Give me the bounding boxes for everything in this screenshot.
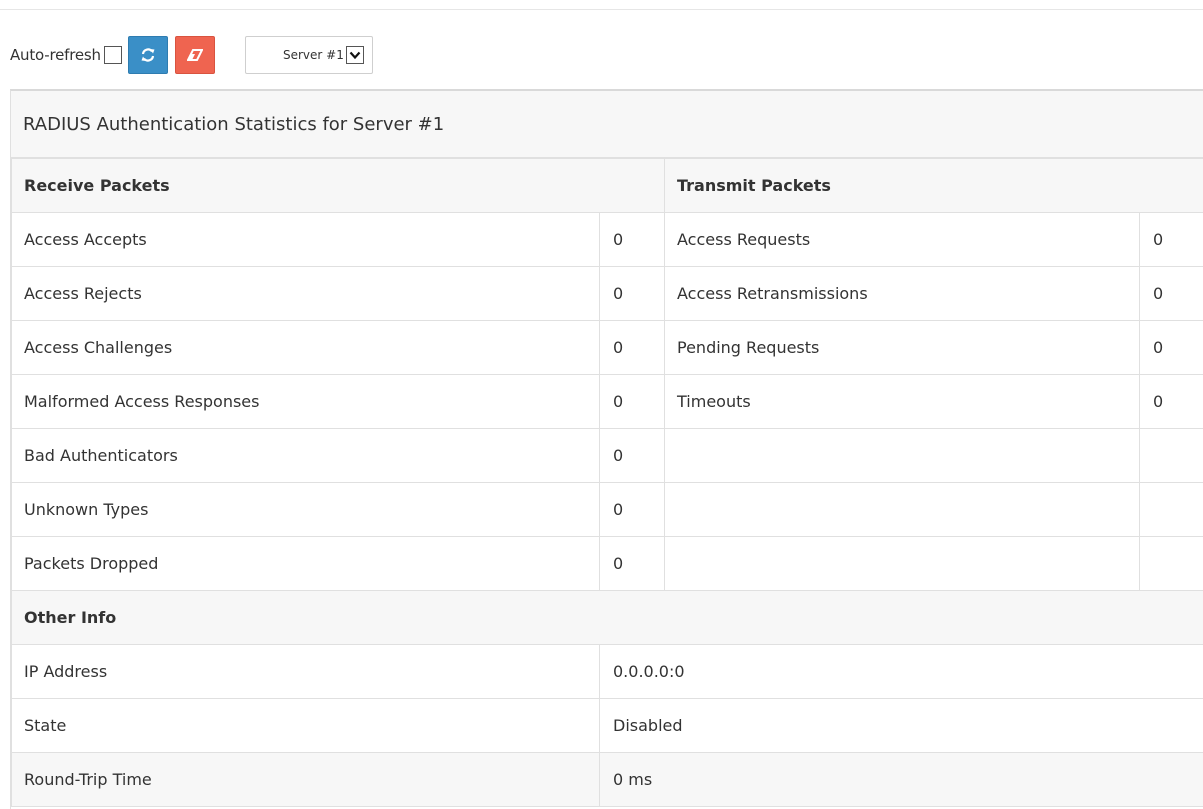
empty-cell xyxy=(665,483,1140,537)
stat-label: Access Requests xyxy=(665,213,1140,267)
section-header-row: Other Info xyxy=(12,591,1203,645)
info-label: Round-Trip Time xyxy=(12,753,600,807)
stat-label: Access Retransmissions xyxy=(665,267,1140,321)
receive-packets-header: Receive Packets xyxy=(12,159,665,213)
stats-panel: RADIUS Authentication Statistics for Ser… xyxy=(10,89,1203,809)
server-select[interactable]: Server #1 xyxy=(245,36,373,74)
table-row: Access Accepts 0 Access Requests 0 xyxy=(12,213,1203,267)
info-label: State xyxy=(12,699,600,753)
info-value: 0 ms xyxy=(600,753,1203,807)
table-row: Access Rejects 0 Access Retransmissions … xyxy=(12,267,1203,321)
stat-value: 0 xyxy=(600,321,665,375)
info-value: 0.0.0.0:0 xyxy=(600,645,1203,699)
stat-label: Malformed Access Responses xyxy=(12,375,600,429)
section-header-row: Receive Packets Transmit Packets xyxy=(12,159,1203,213)
transmit-packets-header: Transmit Packets xyxy=(665,159,1203,213)
top-divider xyxy=(0,0,1203,10)
stat-value: 0 xyxy=(600,483,665,537)
stat-value: 0 xyxy=(1140,321,1203,375)
stat-value: 0 xyxy=(600,267,665,321)
table-row: IP Address 0.0.0.0:0 xyxy=(12,645,1203,699)
refresh-icon xyxy=(140,47,156,63)
stat-value: 0 xyxy=(1140,375,1203,429)
panel-title: RADIUS Authentication Statistics for Ser… xyxy=(11,91,1203,158)
other-info-header: Other Info xyxy=(12,591,1203,645)
stat-label: Pending Requests xyxy=(665,321,1140,375)
info-value: Disabled xyxy=(600,699,1203,753)
stat-label: Access Challenges xyxy=(12,321,600,375)
table-row: Bad Authenticators 0 xyxy=(12,429,1203,483)
empty-cell xyxy=(665,429,1140,483)
stat-label: Access Rejects xyxy=(12,267,600,321)
refresh-button[interactable] xyxy=(128,36,168,74)
stat-value: 0 xyxy=(1140,267,1203,321)
auto-refresh-checkbox[interactable] xyxy=(104,46,122,64)
table-row: State Disabled xyxy=(12,699,1203,753)
table-row: Unknown Types 0 xyxy=(12,483,1203,537)
stat-value: 0 xyxy=(600,375,665,429)
empty-cell xyxy=(1140,537,1203,591)
stats-table: Receive Packets Transmit Packets Access … xyxy=(11,158,1203,807)
stat-label: Packets Dropped xyxy=(12,537,600,591)
info-label: IP Address xyxy=(12,645,600,699)
server-select-value: Server #1 xyxy=(283,48,344,62)
empty-cell xyxy=(1140,429,1203,483)
clear-button[interactable] xyxy=(175,36,215,74)
chevron-down-icon[interactable] xyxy=(346,46,364,64)
stat-label: Bad Authenticators xyxy=(12,429,600,483)
table-row: Round-Trip Time 0 ms xyxy=(12,753,1203,807)
eraser-icon xyxy=(187,47,203,63)
table-row: Packets Dropped 0 xyxy=(12,537,1203,591)
auto-refresh-label: Auto-refresh xyxy=(10,46,101,64)
table-row: Malformed Access Responses 0 Timeouts 0 xyxy=(12,375,1203,429)
stat-value: 0 xyxy=(1140,213,1203,267)
stat-label: Unknown Types xyxy=(12,483,600,537)
stat-value: 0 xyxy=(600,429,665,483)
stat-value: 0 xyxy=(600,537,665,591)
stat-value: 0 xyxy=(600,213,665,267)
empty-cell xyxy=(665,537,1140,591)
stat-label: Timeouts xyxy=(665,375,1140,429)
stat-label: Access Accepts xyxy=(12,213,600,267)
toolbar: Auto-refresh Server #1 xyxy=(10,34,373,76)
empty-cell xyxy=(1140,483,1203,537)
table-row: Access Challenges 0 Pending Requests 0 xyxy=(12,321,1203,375)
